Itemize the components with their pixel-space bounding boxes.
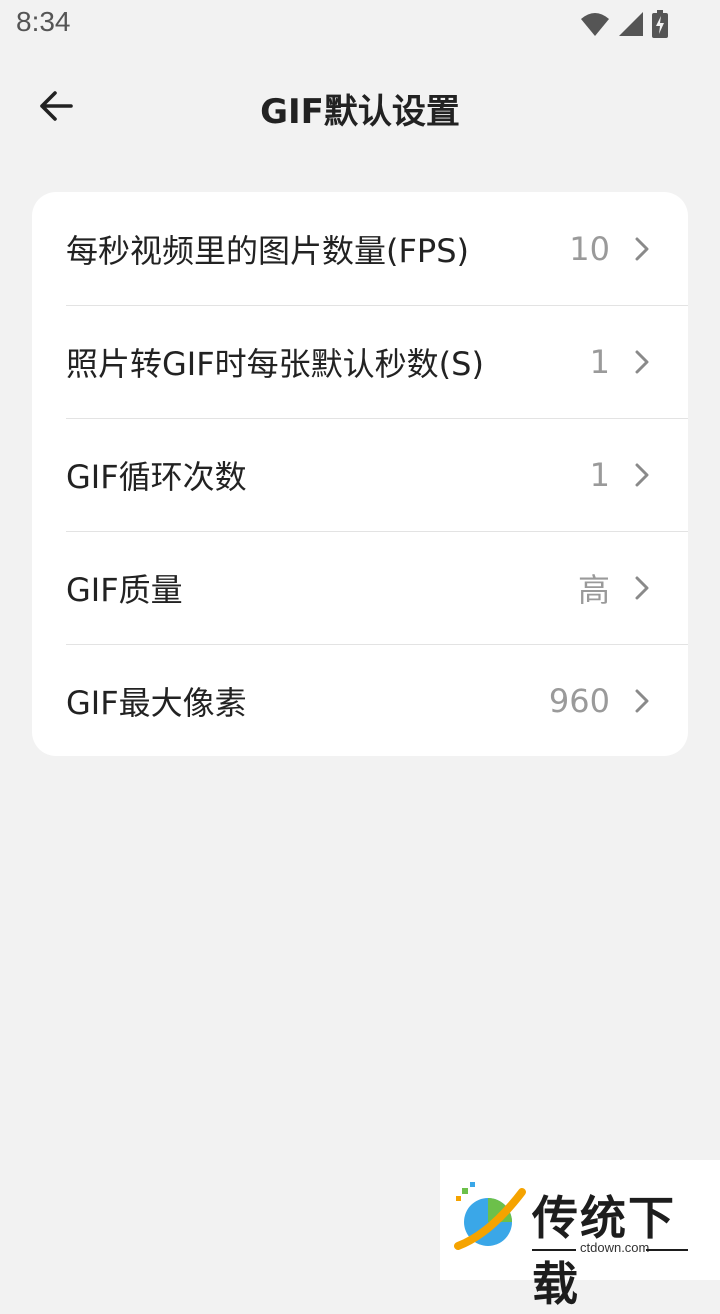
cellular-signal-icon	[619, 12, 643, 36]
setting-row-quality[interactable]: GIF质量 高	[66, 531, 688, 644]
chevron-right-icon	[632, 687, 652, 715]
wifi-icon	[581, 13, 609, 36]
chevron-right-icon	[632, 235, 652, 263]
setting-row-loop-count[interactable]: GIF循环次数 1	[66, 418, 688, 531]
battery-charging-icon	[652, 10, 668, 38]
setting-value: 960	[548, 681, 610, 720]
setting-row-fps[interactable]: 每秒视频里的图片数量(FPS) 10	[66, 192, 688, 305]
setting-value: 高	[577, 570, 610, 609]
chevron-right-icon	[632, 461, 652, 489]
watermark-url: ctdown.com	[580, 1240, 650, 1255]
ctdown-logo-icon	[454, 1182, 526, 1250]
header: GIF默认设置	[0, 60, 720, 150]
settings-card: 每秒视频里的图片数量(FPS) 10 照片转GIF时每张默认秒数(S) 1 GI…	[32, 192, 688, 756]
setting-label: 照片转GIF时每张默认秒数(S)	[66, 344, 484, 383]
status-time: 8:34	[16, 6, 71, 37]
setting-value: 10	[569, 229, 610, 268]
page-title: GIF默认设置	[260, 92, 460, 132]
watermark: 传统下载 ctdown.com	[440, 1160, 720, 1311]
setting-label: 每秒视频里的图片数量(FPS)	[66, 231, 469, 270]
chevron-right-icon	[632, 348, 652, 376]
status-bar: 8:34	[0, 0, 720, 50]
status-icons	[580, 10, 668, 38]
setting-value: 1	[589, 342, 610, 381]
setting-label: GIF最大像素	[66, 683, 247, 722]
setting-label: GIF质量	[66, 570, 183, 609]
watermark-divider-left	[532, 1249, 576, 1251]
setting-row-photo-seconds[interactable]: 照片转GIF时每张默认秒数(S) 1	[66, 305, 688, 418]
watermark-divider-right	[646, 1249, 688, 1251]
setting-label: GIF循环次数	[66, 457, 247, 496]
chevron-right-icon	[632, 574, 652, 602]
setting-row-max-pixels[interactable]: GIF最大像素 960	[66, 644, 688, 756]
setting-value: 1	[589, 455, 610, 494]
